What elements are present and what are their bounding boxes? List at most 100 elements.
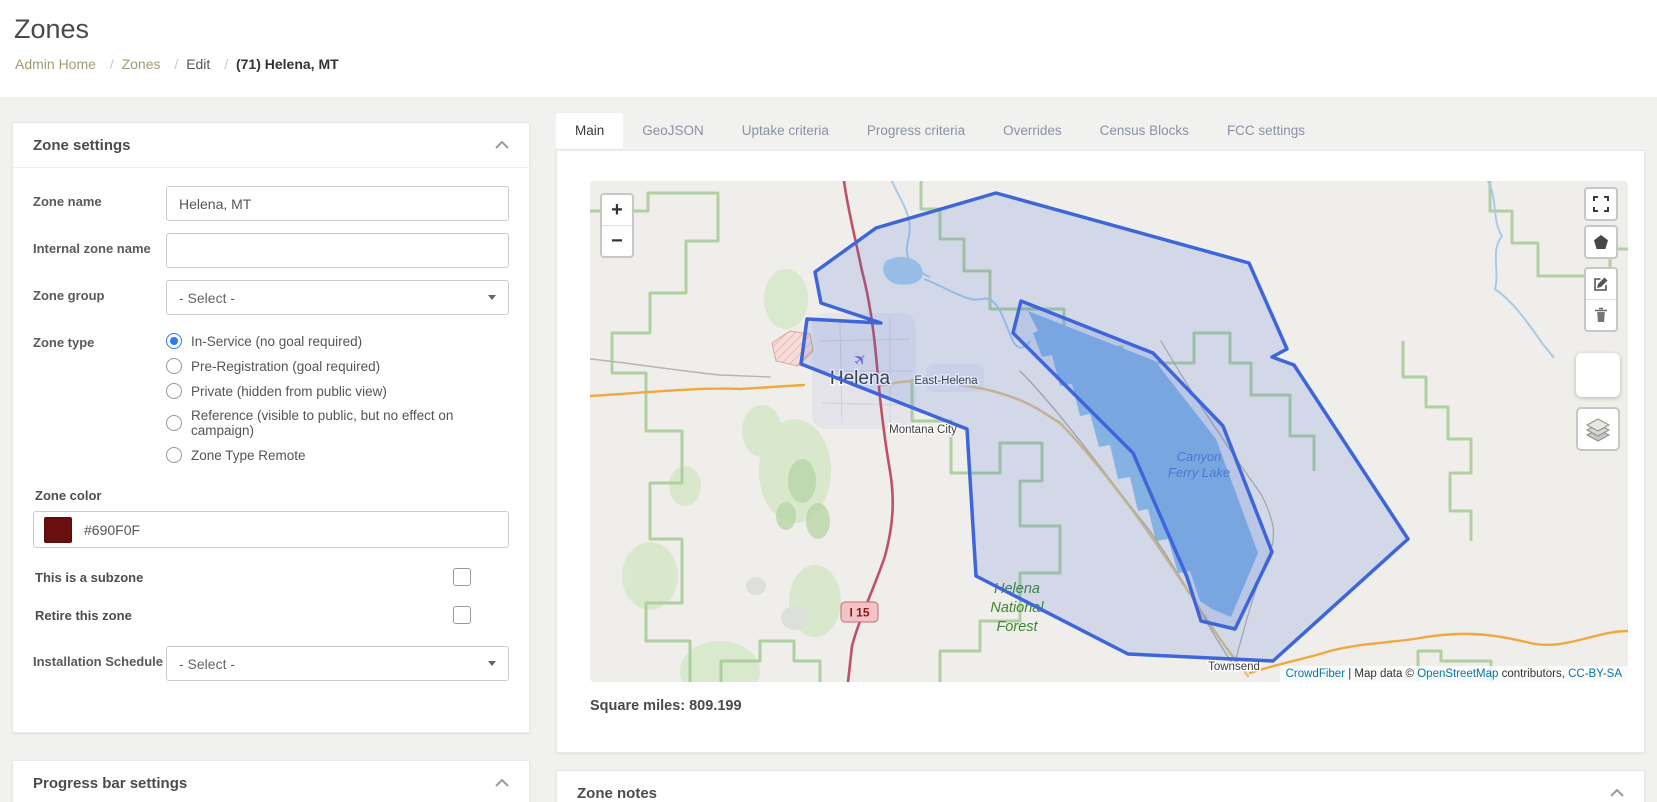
attribution-text: contributors, [1498,668,1569,680]
breadcrumb-zones[interactable]: Zones [122,56,161,72]
map-attribution: CrowdFiber | Map data © OpenStreetMap co… [1279,666,1628,682]
radio-label: Private (hidden from public view) [191,383,387,399]
edit-icon [1594,277,1608,291]
tab-main[interactable]: Main [556,113,624,148]
zone-settings-header[interactable]: Zone settings [13,123,529,168]
installation-schedule-value: - Select - [179,655,236,672]
radio-icon[interactable] [166,415,182,431]
tab-overrides[interactable]: Overrides [984,113,1081,148]
square-miles-value: 809.199 [689,698,742,714]
progress-bar-settings-card: Progress bar settings [12,760,530,802]
progress-bar-settings-header[interactable]: Progress bar settings [13,761,529,802]
layers-icon [1585,418,1611,442]
crowdfiber-link[interactable]: CrowdFiber [1286,668,1345,680]
internal-zone-name-label: Internal zone name [33,241,151,256]
breadcrumb-separator: / [224,56,229,72]
zone-name-input[interactable] [166,186,509,221]
zone-settings-body: Zone name Internal zone name Zone group … [13,168,529,711]
tab-census-blocks[interactable]: Census Blocks [1081,113,1208,148]
breadcrumb-admin-home[interactable]: Admin Home [15,56,96,72]
tab-uptake-criteria[interactable]: Uptake criteria [723,113,848,148]
draw-polygon-button[interactable] [1584,225,1618,259]
polygon-icon [1594,235,1608,249]
map-zoom-control: + − [600,193,634,258]
delete-layers-button[interactable] [1586,300,1616,330]
square-miles-label: Square miles: [590,698,686,714]
terrain-blob [746,577,766,595]
chevron-down-icon [488,295,496,300]
zone-settings-card: Zone settings Zone name Internal zone na… [12,122,530,733]
svg-text:I 15: I 15 [849,606,869,620]
subzone-label: This is a subzone [35,569,144,585]
breadcrumb-separator: / [174,56,179,72]
tab-fcc-settings[interactable]: FCC settings [1208,113,1324,148]
radio-icon[interactable] [166,333,182,349]
radio-icon[interactable] [166,358,182,374]
radio-reference[interactable]: Reference (visible to public, but no eff… [166,408,509,438]
fullscreen-button[interactable] [1584,187,1618,221]
zoom-in-button[interactable]: + [602,195,632,226]
subzone-checkbox[interactable] [453,568,471,586]
zone-color-value: #690F0F [84,521,141,538]
radio-private[interactable]: Private (hidden from public view) [166,383,509,399]
square-miles: Square miles: 809.199 [590,698,746,714]
radio-icon[interactable] [166,383,182,399]
zoom-out-button[interactable]: − [602,226,632,256]
zone-group-label: Zone group [33,288,105,303]
zone-group-value: - Select - [179,289,236,306]
zones-admin-page: Zones Admin Home / Zones / Edit / (71) H… [0,0,1657,802]
zone-type-radiogroup: In-Service (no goal required) Pre-Regist… [166,327,509,472]
internal-zone-name-input[interactable] [166,233,509,268]
i15-highway-shield: I 15 [840,601,879,623]
chevron-down-icon [488,661,496,666]
openstreetmap-link[interactable]: OpenStreetMap [1417,668,1498,680]
label-montana-city: Montana City [889,424,957,436]
zone-settings-title: Zone settings [33,136,131,154]
zone-tabs: Main GeoJSON Uptake criteria Progress cr… [556,113,1324,148]
map-canvas: I 15 ✈ Helena East-Helena Montana City T… [590,181,1628,682]
zone-color-label: Zone color [35,488,102,503]
radio-in-service[interactable]: In-Service (no goal required) [166,333,509,349]
zone-type-label: Zone type [33,335,95,350]
zone-color-input[interactable]: #690F0F [33,511,509,548]
main-tab-panel: I 15 ✈ Helena East-Helena Montana City T… [556,150,1645,753]
breadcrumb-separator: / [109,56,114,72]
fullscreen-icon [1593,196,1609,212]
tab-progress-criteria[interactable]: Progress criteria [848,113,984,148]
radio-label: Reference (visible to public, but no eff… [191,408,454,438]
breadcrumb: Admin Home / Zones / Edit / (71) Helena,… [15,56,343,72]
trash-icon [1595,307,1607,322]
zone-color-swatch[interactable] [44,516,72,543]
page-title: Zones [14,14,90,44]
zone-notes-card: Zone notes [556,770,1645,802]
zone-notes-header[interactable]: Zone notes [557,771,1644,802]
radio-pre-registration[interactable]: Pre-Registration (goal required) [166,358,509,374]
retire-zone-label: Retire this zone [35,607,132,623]
radio-icon[interactable] [166,447,182,463]
installation-schedule-select[interactable]: - Select - [166,646,509,681]
terrain-blob [781,606,809,630]
retire-zone-checkbox[interactable] [453,606,471,624]
radio-label: Pre-Registration (goal required) [191,358,381,374]
breadcrumb-current-zone: (71) Helena, MT [235,56,339,72]
page-header: Zones Admin Home / Zones / Edit / (71) H… [0,0,1657,97]
zone-map[interactable]: I 15 ✈ Helena East-Helena Montana City T… [590,181,1628,682]
radio-label: Zone Type Remote [191,447,306,463]
zone-notes-title: Zone notes [577,784,658,802]
edit-layers-button[interactable] [1586,269,1616,300]
breadcrumb-edit: Edit [186,56,211,72]
radio-label: In-Service (no goal required) [191,333,363,349]
label-forest-3: Forest [996,619,1038,635]
license-link[interactable]: CC-BY-SA [1568,668,1622,680]
label-townsend: Townsend [1208,661,1260,673]
collapse-chevron-icon[interactable] [495,141,509,149]
edit-delete-control [1584,267,1618,332]
map-panel-box [1576,353,1620,397]
radio-zone-type-remote[interactable]: Zone Type Remote [166,447,509,463]
collapse-chevron-icon[interactable] [495,779,509,787]
zone-group-select[interactable]: - Select - [166,280,509,315]
attribution-text: | Map data © [1345,668,1418,680]
tab-geojson[interactable]: GeoJSON [623,113,723,148]
layers-button[interactable] [1576,407,1620,451]
collapse-chevron-icon[interactable] [1610,789,1624,797]
